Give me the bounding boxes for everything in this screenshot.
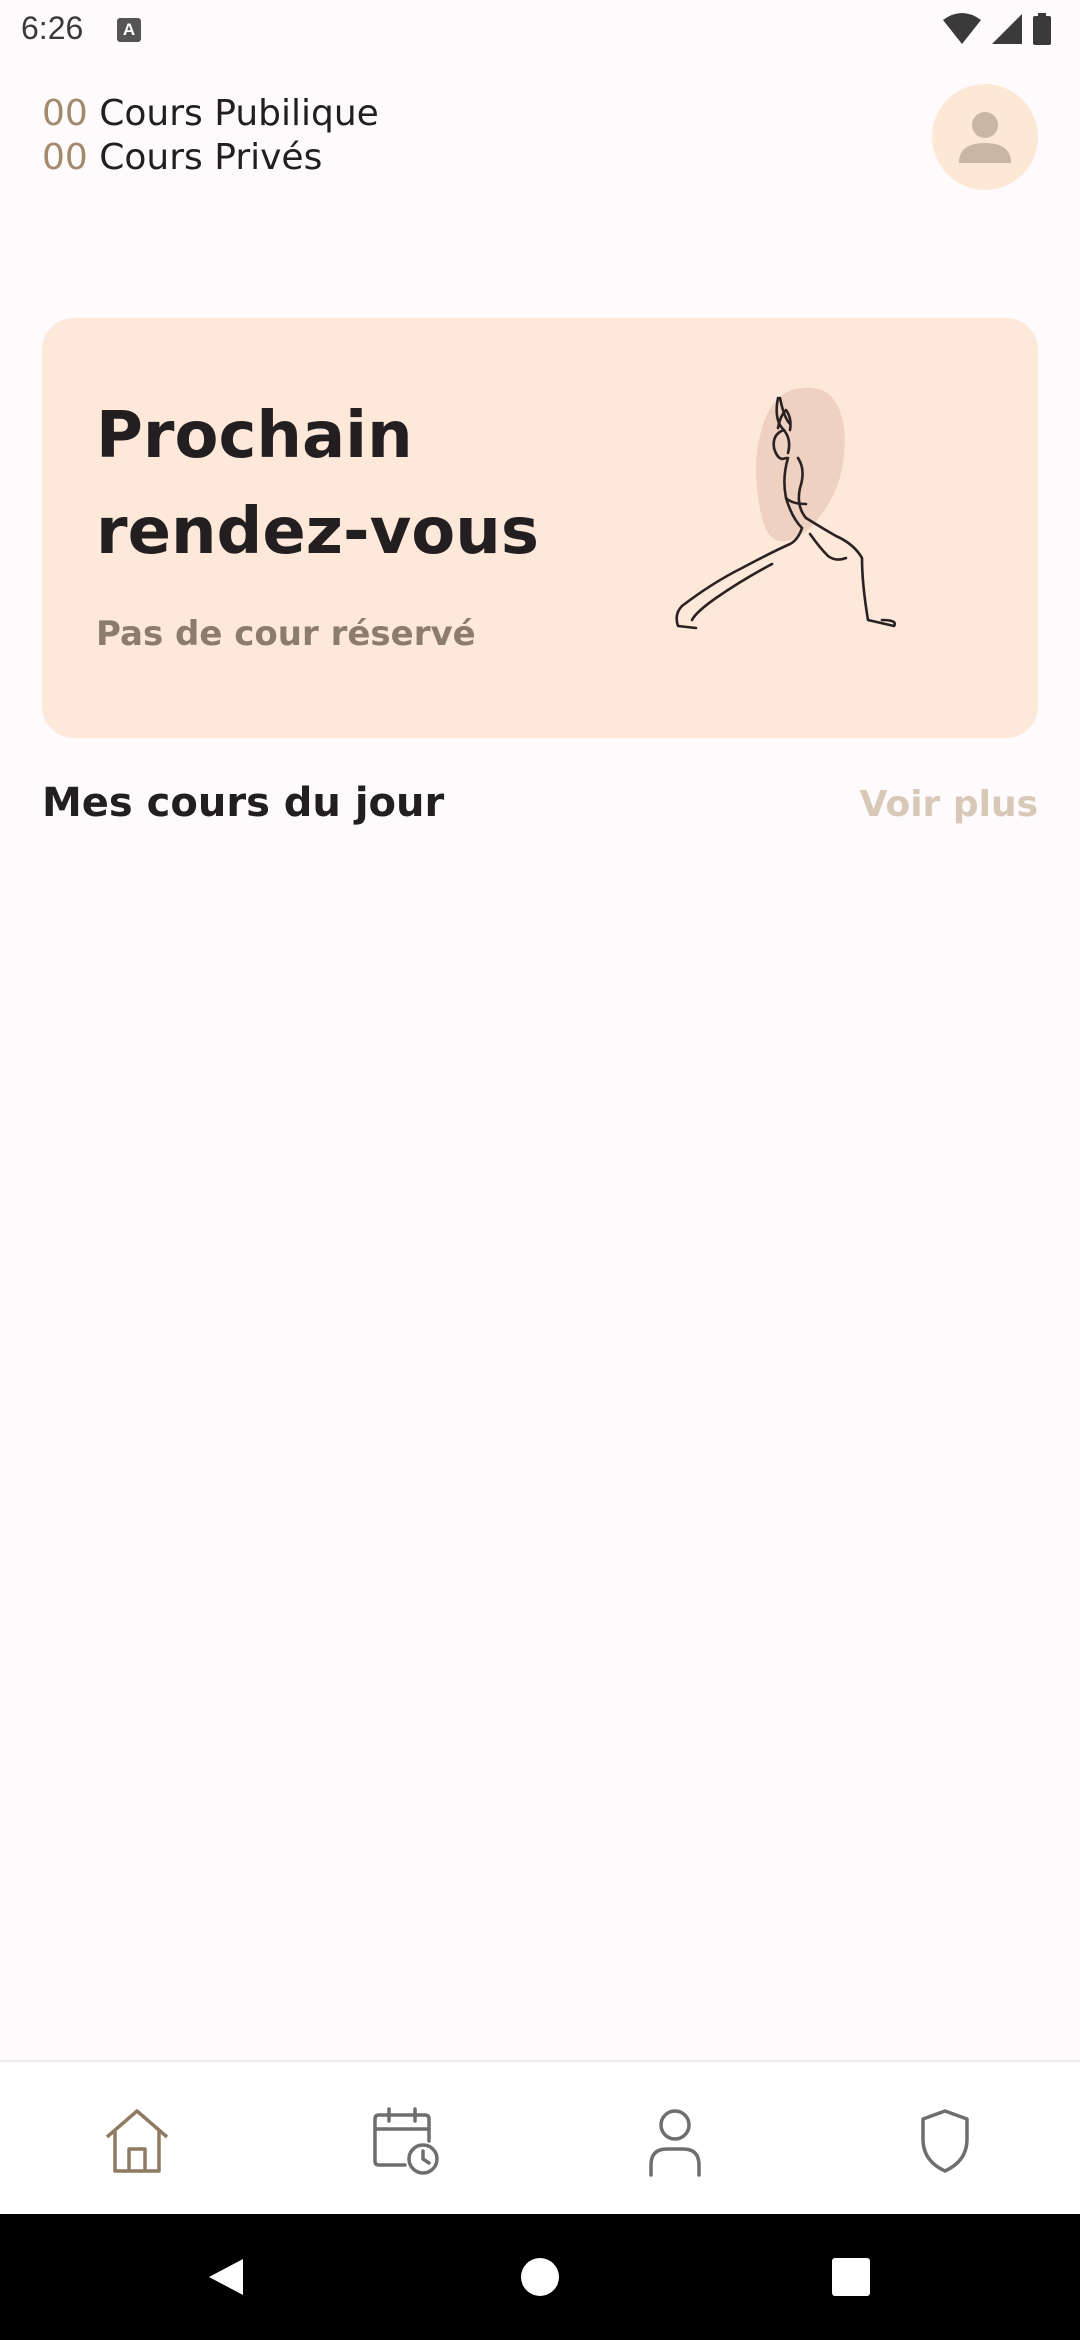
nav-profile-button[interactable] xyxy=(630,2096,720,2186)
profile-avatar-button[interactable] xyxy=(932,84,1038,190)
next-appointment-status: Pas de cour réservé xyxy=(96,614,476,654)
public-count-value: 00 xyxy=(42,93,88,134)
next-appointment-card[interactable]: Prochain rendez-vous Pas de cour réservé xyxy=(42,318,1038,738)
see-more-link[interactable]: Voir plus xyxy=(860,784,1038,825)
today-courses-title: Mes cours du jour xyxy=(42,780,445,826)
course-counts: 00 Cours Pubilique 00 Cours Privés xyxy=(42,92,379,180)
signal-icon xyxy=(992,14,1022,44)
calendar-clock-icon xyxy=(373,2107,439,2175)
back-triangle-icon xyxy=(209,2259,243,2295)
private-count-label: Cours Privés xyxy=(99,137,323,178)
home-circle-icon xyxy=(521,2258,559,2296)
shield-icon xyxy=(921,2109,969,2173)
private-count-value: 00 xyxy=(42,137,88,178)
person-icon xyxy=(959,112,1011,163)
nav-home-button[interactable] xyxy=(92,2096,182,2186)
status-icons xyxy=(942,12,1052,46)
system-home-button[interactable] xyxy=(505,2242,575,2312)
wifi-icon xyxy=(943,13,981,44)
notification-icon: A xyxy=(117,18,141,42)
bottom-navigation xyxy=(0,2060,1080,2216)
status-time: 6:26 xyxy=(21,10,84,46)
public-course-count: 00 Cours Pubilique xyxy=(42,92,379,136)
battery-icon xyxy=(1033,13,1051,45)
recents-square-icon xyxy=(832,2258,870,2296)
public-count-label: Cours Pubilique xyxy=(99,93,379,134)
next-appointment-title: Prochain rendez-vous xyxy=(96,399,539,569)
system-back-button[interactable] xyxy=(190,2242,260,2312)
nav-security-button[interactable] xyxy=(900,2096,990,2186)
private-course-count: 00 Cours Privés xyxy=(42,136,379,180)
home-icon xyxy=(105,2109,169,2173)
yoga-pose-illustration xyxy=(675,387,897,630)
nav-schedule-button[interactable] xyxy=(360,2096,450,2186)
system-navigation-bar xyxy=(0,2214,1080,2340)
system-recents-button[interactable] xyxy=(816,2242,886,2312)
user-icon xyxy=(649,2109,701,2177)
status-bar: 6:26 A xyxy=(0,0,1080,64)
